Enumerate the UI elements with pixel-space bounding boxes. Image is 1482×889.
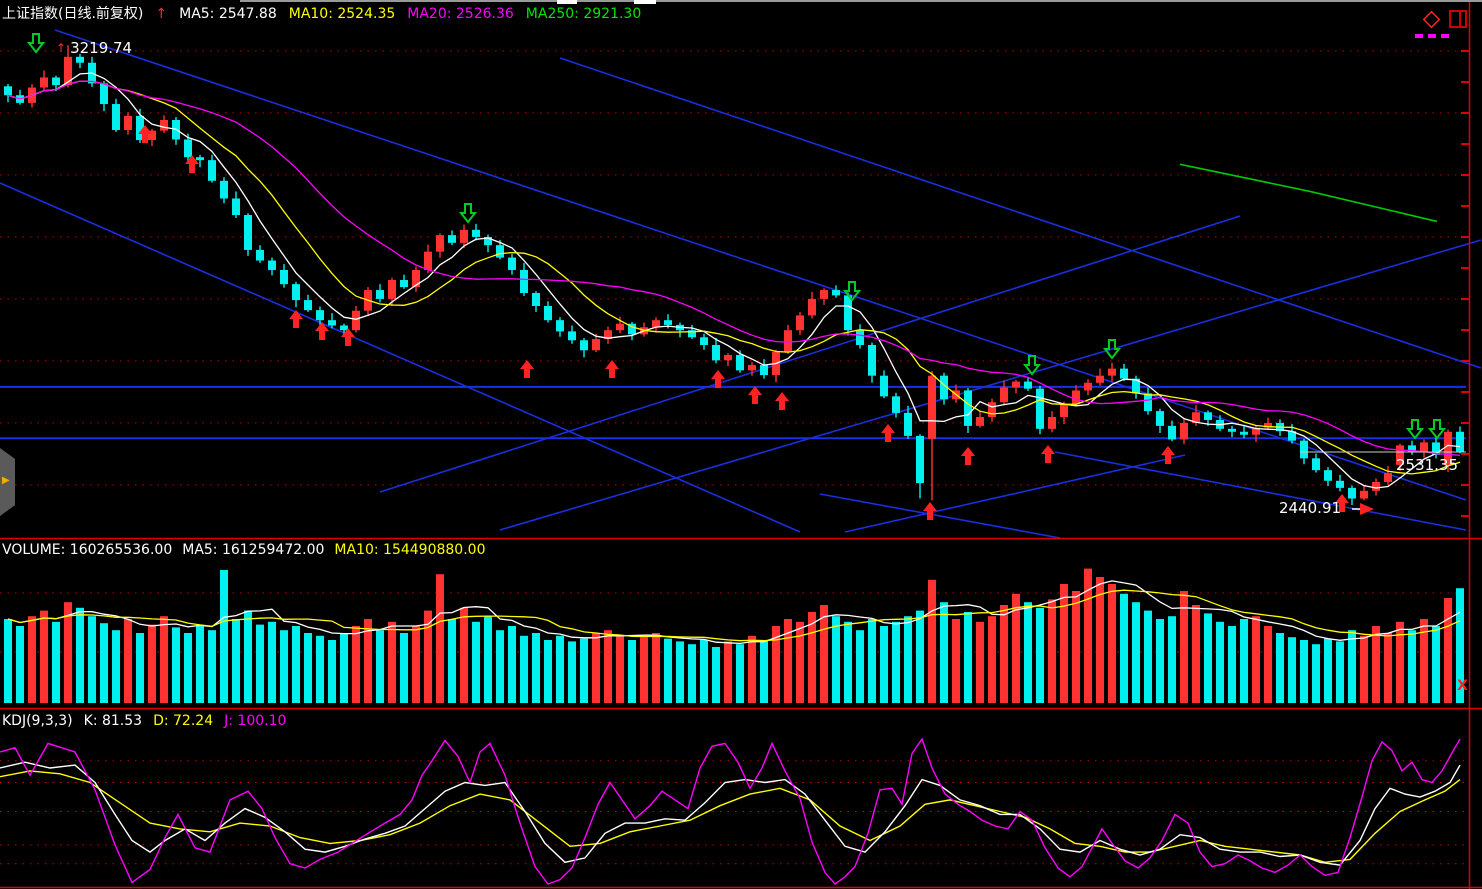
volume-series [0, 569, 1466, 703]
low-price-label: 2440.91 [1279, 499, 1341, 517]
sell-arrow-marker [1430, 420, 1444, 438]
sidebar-expand-handle[interactable]: ▶ [0, 448, 15, 516]
volume-ma5-label: MA5: 161259472.00 [182, 541, 324, 559]
ma20-value-label: MA20: 2526.36 [407, 5, 514, 23]
diamond-tool-icon[interactable] [1420, 8, 1442, 32]
ma10-value-label: MA10: 2524.35 [289, 5, 396, 23]
window-top-notch [557, 0, 577, 4]
buy-arrow-marker [289, 310, 303, 328]
kdj-pane-header: KDJ(9,3,3) K: 81.53 D: 72.24 J: 100.10 [2, 712, 286, 730]
kdj-k-label: K: 81.53 [84, 712, 142, 730]
chart-canvas[interactable] [0, 0, 1482, 889]
instrument-title: 上证指数(日线.前复权) [2, 5, 143, 23]
kdj-series [0, 739, 1466, 884]
candlestick-series [4, 45, 1464, 505]
buy-arrow-marker [1161, 446, 1175, 464]
buy-arrow-marker [961, 447, 975, 465]
sell-arrow-marker [29, 34, 43, 52]
buy-arrow-marker [1041, 445, 1055, 463]
buy-arrow-marker [775, 392, 789, 410]
signal-markers [29, 34, 1466, 520]
ma5-value-label: MA5: 2547.88 [179, 5, 277, 23]
chart-toolbar [1420, 8, 1468, 32]
latest-price-label: 2531.35 [1396, 456, 1458, 474]
selection-dashes-icon [1415, 34, 1449, 38]
pane-close-button[interactable]: X [1457, 678, 1468, 694]
volume-ma10-label: MA10: 154490880.00 [334, 541, 485, 559]
trend-up-arrow-icon: ↑ [155, 5, 167, 23]
kdj-name-label: KDJ(9,3,3) [2, 712, 73, 730]
buy-arrow-marker [923, 502, 937, 520]
trendlines [0, 30, 1481, 538]
high-marker-icon: ↑ [56, 41, 66, 55]
buy-arrow-marker [341, 328, 355, 346]
sell-arrow-marker [461, 204, 475, 222]
high-price-label: 3219.74 [70, 39, 132, 57]
kdj-d-label: D: 72.24 [153, 712, 213, 730]
ma-lines [8, 73, 1460, 488]
buy-arrow-marker [315, 322, 329, 340]
expand-arrow-icon: ▶ [2, 475, 10, 486]
window-top-edge [240, 0, 1482, 2]
kdj-k-line [0, 762, 1460, 865]
period-high-annotation: ↑ 3219.74 [56, 39, 132, 57]
kdj-d-line [0, 771, 1460, 862]
buy-arrow-marker [605, 360, 619, 378]
volume-value-label: VOLUME: 160265536.00 [2, 541, 172, 559]
window-pane-icon[interactable] [1448, 8, 1468, 32]
main-chart-header: 上证指数(日线.前复权) ↑ MA5: 2547.88 MA10: 2524.3… [2, 5, 641, 23]
window-top-notch [634, 0, 656, 4]
pane-frame-axis [0, 0, 1482, 889]
buy-arrow-marker [881, 424, 895, 442]
volume-pane-header: VOLUME: 160265536.00 MA5: 161259472.00 M… [2, 541, 485, 559]
kdj-j-label: J: 100.10 [224, 712, 286, 730]
buy-arrow-marker [520, 360, 534, 378]
ma250-line [1180, 164, 1437, 221]
buy-arrow-marker [748, 386, 762, 404]
ma250-value-label: MA250: 2921.30 [526, 5, 641, 23]
